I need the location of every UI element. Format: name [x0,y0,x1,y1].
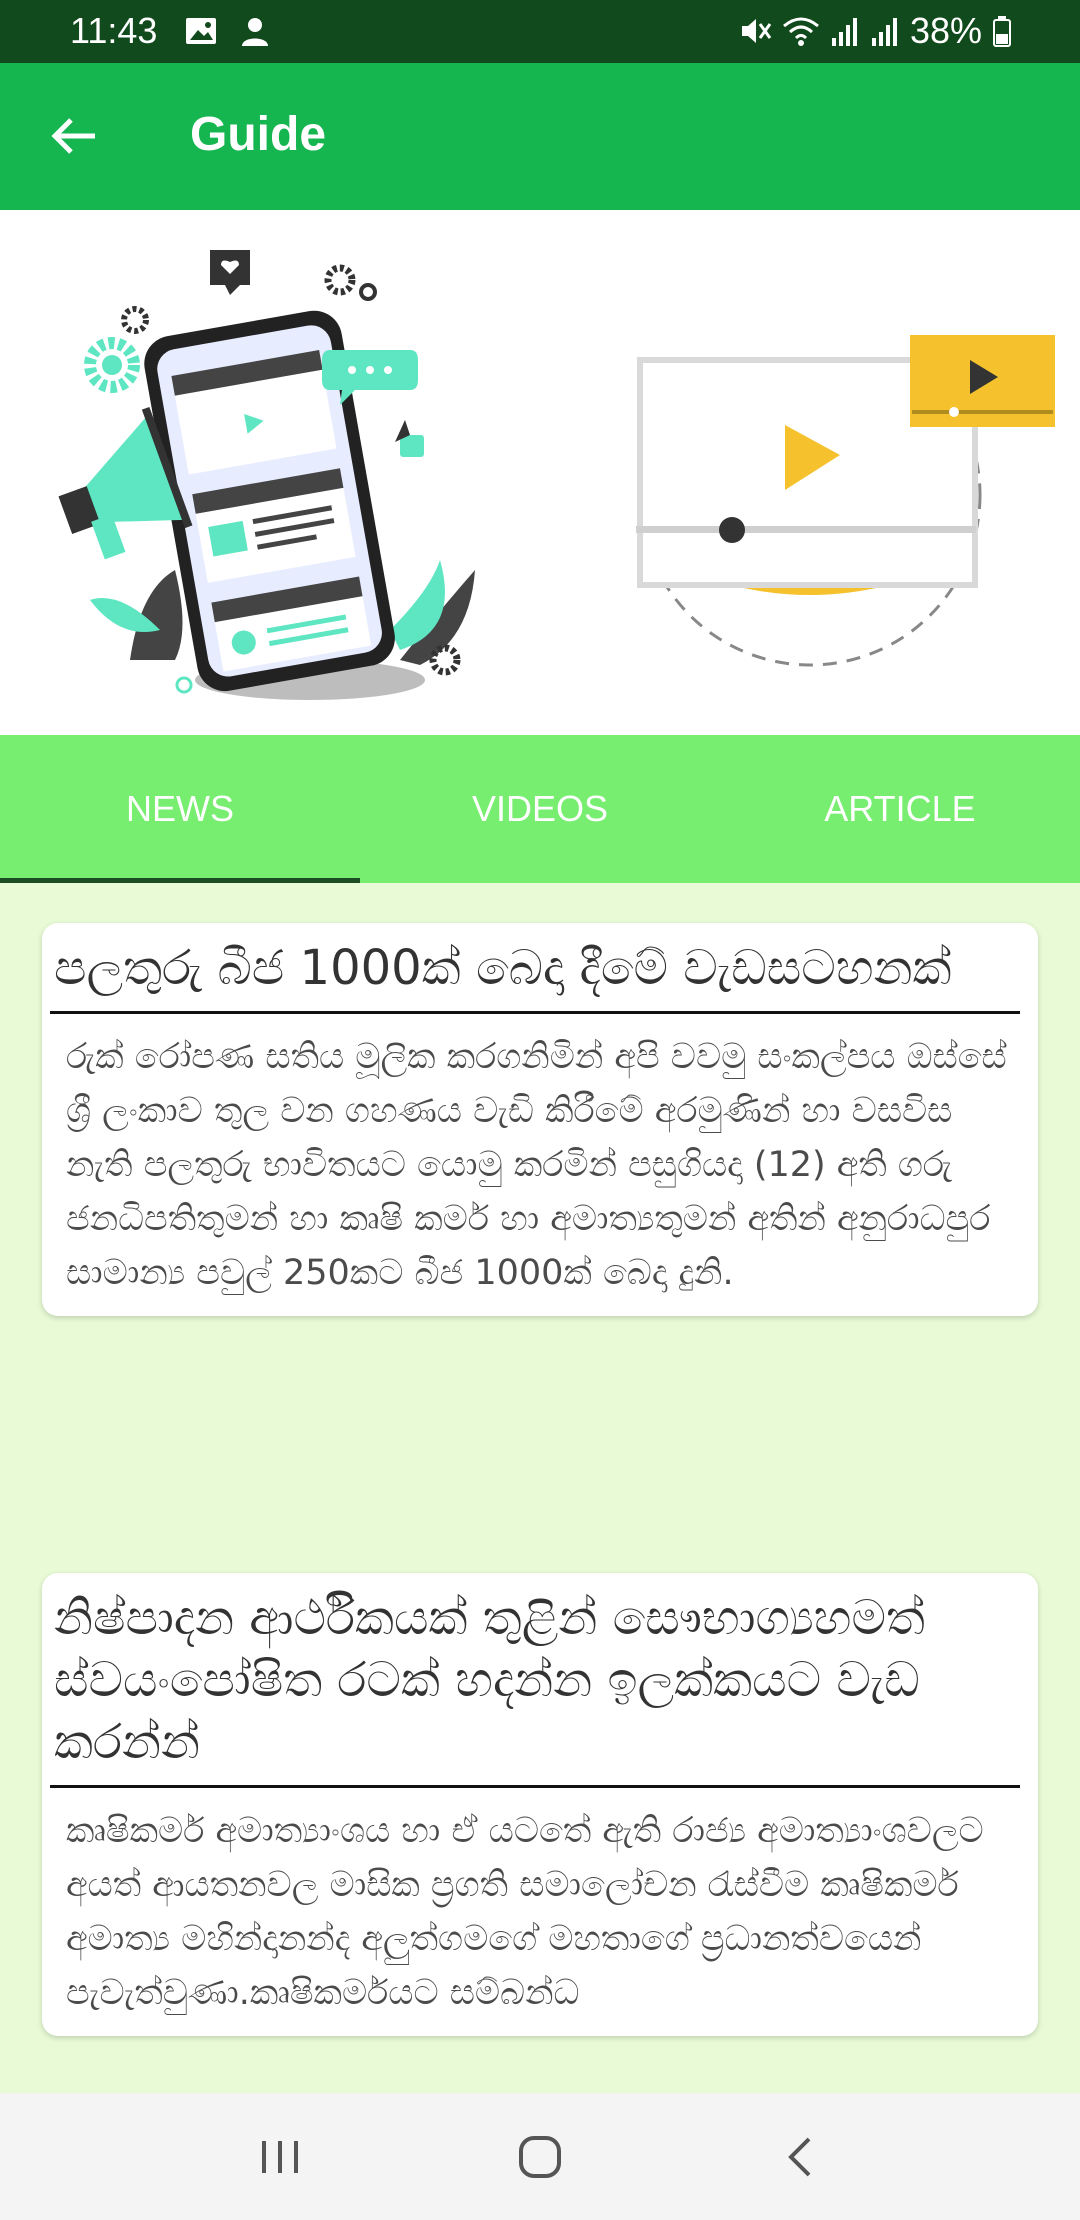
status-notification-icons [184,14,272,48]
news-card[interactable]: නිෂ්පාදන ආර්ථිකයක් තුළින් සෞභාග්‍යහමත් ස… [42,1573,1038,2036]
system-nav-bar [0,2093,1080,2220]
battery-percent: 38% [909,10,982,51]
battery-icon [993,16,1011,47]
banner-illustration [0,210,1080,735]
mute-icon [741,19,772,43]
image-notification-icon [186,18,216,44]
signal-icon-1 [831,18,857,46]
tab-videos[interactable]: VIDEOS [360,735,720,883]
arrow-left-icon [51,118,95,154]
news-card-title: පලතුරු බීජ 1000ක් බෙදා දීමේ වැඩසටහනක් [50,937,1020,1014]
tab-news[interactable]: NEWS [0,735,360,883]
news-card[interactable]: පලතුරු බීජ 1000ක් බෙදා දීමේ වැඩසටහනක් රු… [42,923,1038,1316]
app-bar: Guide [0,63,1080,210]
banner-graphic [58,210,1055,700]
home-button[interactable] [495,2112,585,2202]
person-notification-icon [242,18,268,46]
tab-article[interactable]: ARTICLE [720,735,1080,883]
news-card-title: නිෂ්පාදන ආර්ථිකයක් තුළින් සෞභාග්‍යහමත් ස… [50,1587,1020,1788]
news-list[interactable]: පලතුරු බීජ 1000ක් බෙදා දීමේ වැඩසටහනක් රු… [0,883,1080,2093]
home-icon [519,2135,561,2178]
status-bar: 11:43 38% [0,0,1080,63]
news-card-body: කෘෂිකර්ම අමාත්‍යාංශය හා ඒ යටතේ ඇති රාජ්‍… [66,1811,984,2013]
recents-icon [262,2140,298,2173]
news-card-body: රුක් රෝපණ සතිය මූලික කරගනිමින් අපි වවමු … [66,1037,1007,1293]
wifi-icon [782,17,819,46]
status-right: 38% [738,10,1012,52]
recents-button[interactable] [235,2112,325,2202]
status-time: 11:43 [70,10,158,51]
back-button[interactable] [42,103,108,169]
nav-back-button[interactable] [755,2112,845,2202]
tab-bar: NEWS VIDEOS ARTICLE [0,735,1080,883]
back-chevron-icon [788,2137,811,2176]
signal-icon-2 [871,18,897,46]
page-title: Guide [190,108,327,161]
